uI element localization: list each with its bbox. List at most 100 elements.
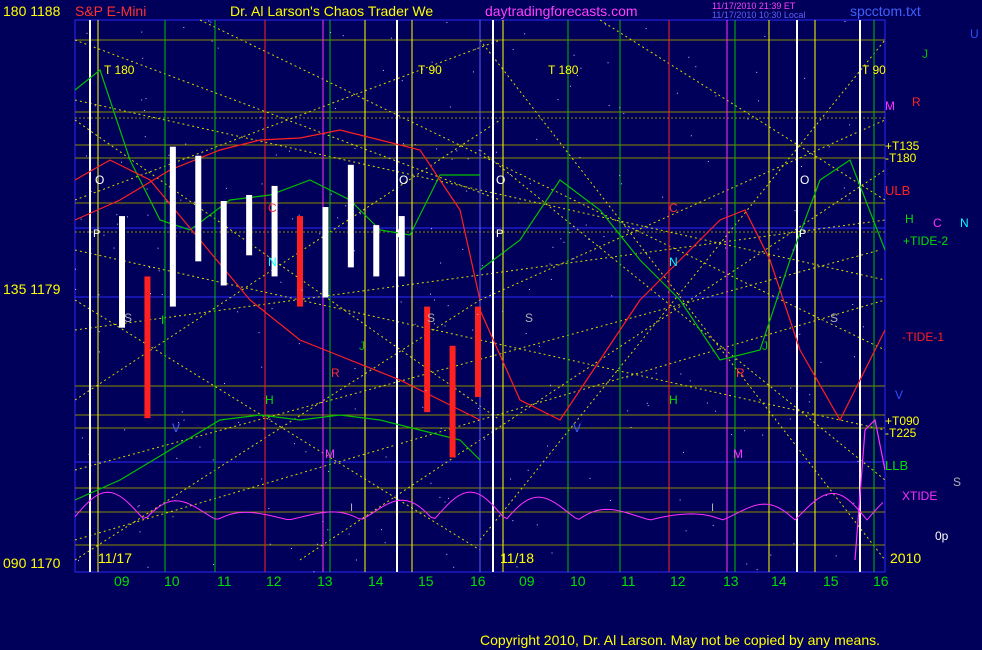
marker-r-2: R	[736, 366, 745, 380]
background-dot	[298, 214, 300, 216]
marker-r-1: R	[331, 366, 340, 380]
background-dot	[75, 268, 77, 270]
marker-h-1: H	[265, 393, 274, 407]
background-dot	[142, 57, 144, 59]
marker-v-1: V	[172, 421, 181, 435]
background-dot	[549, 263, 551, 265]
background-dot	[440, 427, 442, 429]
background-dot	[502, 540, 504, 542]
year-label: 2010	[890, 550, 922, 566]
background-dot	[536, 138, 538, 140]
background-dot	[385, 456, 387, 458]
background-dot	[342, 35, 344, 37]
t90-marker-b: T 90	[862, 63, 886, 77]
background-dot	[414, 144, 416, 146]
marker-c-1: C	[268, 201, 277, 215]
x-tick-label: 10	[164, 573, 180, 589]
background-dot	[113, 247, 115, 249]
background-dot	[330, 31, 332, 33]
background-dot	[305, 451, 307, 453]
background-dot	[525, 333, 527, 335]
background-dot	[120, 161, 122, 163]
background-dot	[144, 136, 146, 138]
background-dot	[212, 459, 214, 461]
copyright: Copyright 2010, Dr. Al Larson. May not b…	[480, 632, 881, 648]
marker-j-2: J	[762, 339, 768, 353]
background-dot	[804, 77, 806, 79]
marker-o-2: O	[399, 173, 409, 187]
x-tick-label: 14	[771, 573, 787, 589]
background-dot	[683, 451, 685, 453]
chart-title: Dr. Al Larson's Chaos Trader We	[230, 3, 434, 19]
background-dot	[529, 183, 531, 185]
x-tick-label: 11	[621, 573, 636, 589]
background-dot	[183, 27, 185, 29]
background-dot	[524, 33, 526, 35]
right-label-xtide: XTIDE	[902, 489, 938, 503]
background-dot	[528, 288, 530, 290]
background-dot	[466, 190, 468, 192]
background-dot	[668, 291, 670, 293]
background-dot	[550, 278, 552, 280]
background-dot	[147, 214, 149, 216]
background-dot	[794, 210, 796, 212]
background-dot	[447, 497, 449, 499]
background-dot	[607, 62, 609, 64]
marker-o-4: O	[800, 173, 810, 187]
y-top-label: 180 1188	[3, 3, 61, 19]
right-label-s: S	[953, 475, 962, 489]
marker-o-3: O	[496, 173, 506, 187]
marker-c-2: C	[669, 201, 678, 215]
x-tick-label: 15	[418, 573, 434, 589]
background-dot	[857, 460, 859, 462]
background-dot	[116, 223, 118, 225]
background-dot	[345, 205, 347, 207]
background-dot	[518, 202, 520, 204]
background-dot	[825, 494, 827, 496]
x-tick-label: 13	[723, 573, 739, 589]
background-dot	[175, 235, 177, 237]
background-dot	[280, 281, 282, 283]
background-dot	[446, 22, 448, 24]
marker-p-4: P	[799, 228, 807, 240]
y-bottom-label: 090 1170	[3, 555, 61, 571]
background-dot	[103, 234, 105, 236]
timestamp-2: 11/17/2010 10:30 Local	[712, 10, 806, 20]
background-dot	[603, 236, 605, 238]
background-dot	[680, 373, 682, 375]
marker-v-2: V	[573, 421, 582, 435]
background-dot	[789, 418, 791, 420]
right-label-ulb: ULB	[885, 183, 911, 198]
right-label-n: N	[960, 216, 969, 230]
background-dot	[288, 150, 290, 152]
background-dot	[808, 401, 810, 403]
background-dot	[425, 390, 427, 392]
background-dot	[414, 323, 416, 325]
background-dot	[183, 419, 185, 421]
background-dot	[260, 116, 262, 118]
background-dot	[462, 248, 464, 250]
background-dot	[348, 533, 350, 535]
right-label-t225: -T225	[885, 426, 917, 440]
background-dot	[271, 308, 273, 310]
background-dot	[585, 224, 587, 226]
background-dot	[569, 232, 571, 234]
background-dot	[161, 294, 163, 296]
right-label-v: V	[895, 388, 904, 402]
background-dot	[146, 188, 148, 190]
background-dot	[126, 216, 128, 218]
t90-marker-a: T 90	[418, 63, 442, 77]
background-dot	[210, 21, 212, 23]
background-dot	[472, 329, 474, 331]
background-dot	[150, 293, 152, 295]
background-dot	[141, 31, 143, 33]
right-label-m: M	[885, 99, 895, 113]
background-dot	[573, 54, 575, 56]
marker-j-1: J	[359, 339, 365, 353]
background-dot	[746, 563, 748, 565]
background-dot	[116, 214, 118, 216]
background-dot	[237, 311, 239, 313]
background-dot	[756, 569, 758, 571]
x-tick-label: 09	[519, 573, 535, 589]
file-label: spcctom.txt	[850, 3, 921, 19]
